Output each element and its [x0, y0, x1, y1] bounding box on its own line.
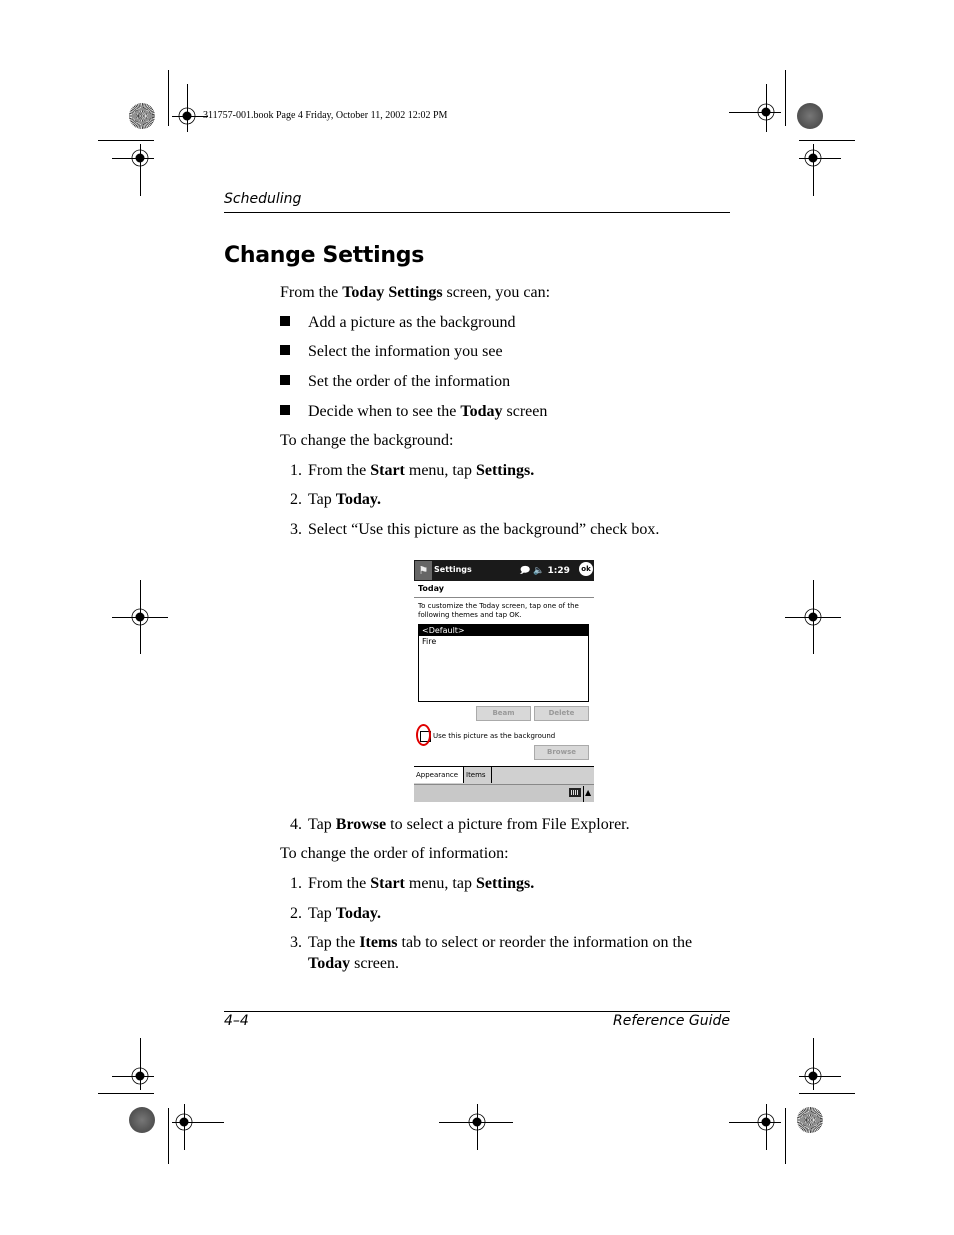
crop-mark — [799, 140, 855, 141]
delete-button[interactable]: Delete — [534, 706, 589, 721]
page-title: Change Settings — [224, 243, 424, 268]
crop-mark — [785, 70, 786, 126]
crop-mark — [98, 1093, 154, 1094]
crosshair-target-icon — [799, 1062, 827, 1090]
status-area: 🗩 🔈 1:29 — [520, 563, 570, 579]
crosshair-target-icon — [126, 1062, 154, 1090]
color-bar-disc-icon — [797, 103, 823, 129]
bullet-item: Add a picture as the background — [280, 314, 515, 332]
connectivity-icon[interactable]: 🗩 — [520, 566, 530, 576]
clock[interactable]: 1:29 — [548, 566, 570, 576]
step-item: 2. Tap Today. — [290, 905, 381, 922]
step-item: 3. Tap the Items tab to select or reorder… — [290, 934, 693, 951]
crosshair-target-icon — [799, 603, 827, 631]
step-item: 3. Select “Use this picture as the backgr… — [290, 521, 660, 538]
checkbox-label[interactable]: Use this picture as the background — [433, 732, 555, 740]
section-lead: To change the order of information: — [280, 845, 509, 862]
crop-mark — [168, 70, 169, 126]
step-item-continuation: Today screen. — [308, 955, 399, 972]
crosshair-target-icon — [463, 1108, 491, 1136]
crosshair-target-icon — [173, 102, 201, 130]
crop-mark — [98, 140, 154, 141]
keyboard-icon[interactable] — [569, 788, 581, 797]
footer-rule — [224, 1011, 730, 1012]
divider — [414, 597, 594, 598]
color-bar-disc-icon — [129, 103, 155, 129]
app-title: Settings — [434, 565, 472, 574]
beam-button[interactable]: Beam — [476, 706, 531, 721]
tab-bar: Appearance Items — [414, 766, 594, 784]
square-bullet-icon — [280, 405, 290, 415]
color-bar-disc-icon — [797, 1107, 823, 1133]
bullet-item: Set the order of the information — [280, 373, 510, 391]
crosshair-target-icon — [752, 98, 780, 126]
crosshair-target-icon — [799, 144, 827, 172]
crosshair-target-icon — [752, 1108, 780, 1136]
crop-mark — [785, 1108, 786, 1164]
step-item: 1. From the Start menu, tap Settings. — [290, 875, 535, 892]
square-bullet-icon — [280, 316, 290, 326]
instructions-text: To customize the Today screen, tap one o… — [418, 602, 579, 619]
today-settings-screenshot: ⚑ Settings 🗩 🔈 1:29 ok Today To customiz… — [414, 560, 594, 802]
sip-arrow-up-icon[interactable]: ▲ — [585, 788, 591, 797]
step-item: 4. Tap Browse to select a picture from Fi… — [290, 816, 630, 833]
header-rule — [224, 212, 730, 213]
list-item[interactable]: Fire — [419, 636, 588, 647]
crosshair-target-icon — [126, 144, 154, 172]
list-item[interactable]: <Default> — [419, 625, 588, 636]
tab-items[interactable]: Items — [464, 767, 492, 783]
square-bullet-icon — [280, 345, 290, 355]
speaker-icon[interactable]: 🔈 — [533, 566, 544, 576]
command-bar: ▲ — [414, 784, 594, 802]
intro-paragraph: From the Today Settings screen, you can: — [280, 284, 551, 301]
divider — [583, 786, 584, 802]
browse-button[interactable]: Browse — [534, 745, 589, 760]
print-slug: 311757-001.book Page 4 Friday, October 1… — [203, 110, 448, 121]
square-bullet-icon — [280, 375, 290, 385]
title-bar: ⚑ Settings 🗩 🔈 1:29 ok — [414, 560, 594, 581]
color-bar-disc-icon — [129, 1107, 155, 1133]
step-item: 1. From the Start menu, tap Settings. — [290, 462, 535, 479]
section-lead: To change the background: — [280, 432, 454, 449]
crosshair-target-icon — [126, 603, 154, 631]
bullet-item: Select the information you see — [280, 343, 503, 361]
crop-mark — [168, 1108, 169, 1164]
tab-appearance[interactable]: Appearance — [414, 767, 464, 783]
ok-button[interactable]: ok — [579, 562, 593, 576]
page-number: 4–4 — [224, 1013, 249, 1029]
windows-flag-icon[interactable]: ⚑ — [415, 561, 432, 580]
bullet-item: Decide when to see the Today screen — [280, 403, 547, 421]
themes-list[interactable]: <Default> Fire — [418, 624, 589, 702]
step-item: 2. Tap Today. — [290, 491, 381, 508]
crop-mark — [799, 1093, 855, 1094]
highlight-circle — [416, 724, 431, 746]
guide-title: Reference Guide — [613, 1013, 730, 1029]
crosshair-target-icon — [170, 1108, 198, 1136]
settings-page-title: Today — [418, 584, 444, 593]
running-head: Scheduling — [224, 191, 302, 207]
